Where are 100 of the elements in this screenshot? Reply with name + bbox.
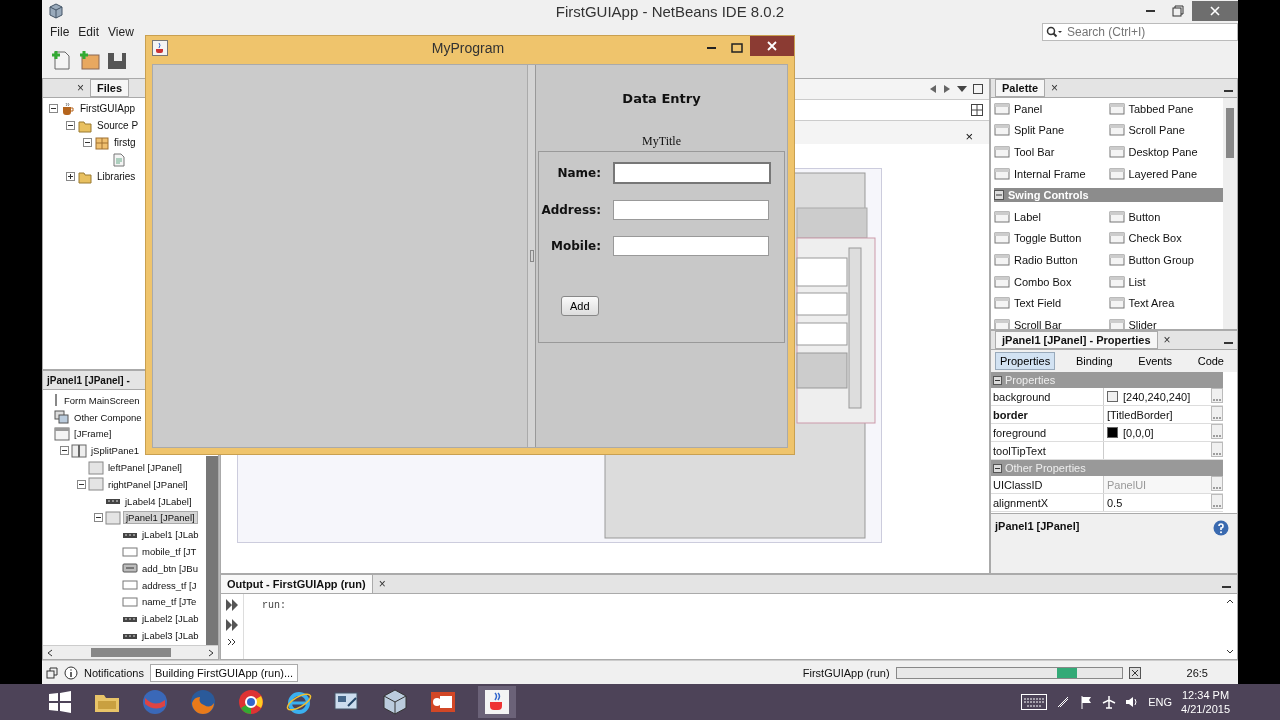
scrollbar[interactable]	[206, 456, 218, 645]
collapse-toggle[interactable]	[66, 121, 75, 130]
close-button[interactable]	[1192, 1, 1238, 21]
close-icon[interactable]: ×	[965, 129, 973, 144]
component-item[interactable]: Tabbed Pane	[1128, 102, 1194, 115]
panel-tab[interactable]: Files	[90, 79, 130, 97]
scroll-down-icon[interactable]	[1226, 649, 1234, 655]
component-item[interactable]: Label	[1014, 210, 1041, 223]
maximize-icon[interactable]	[973, 84, 983, 94]
add-button[interactable]: Add	[561, 296, 599, 316]
collapse-toggle[interactable]	[60, 446, 69, 456]
cancel-icon[interactable]	[1128, 666, 1141, 679]
dropdown-icon[interactable]	[957, 84, 967, 94]
component-item[interactable]: Slider	[1128, 318, 1157, 329]
new-file-icon[interactable]	[50, 49, 72, 71]
cup-icon[interactable]	[478, 686, 516, 718]
tree-item[interactable]: address_tf [J	[140, 579, 199, 591]
collapse-toggle[interactable]	[94, 513, 103, 523]
clock-date[interactable]: 4/21/2015	[1181, 702, 1230, 716]
component-item[interactable]: Button	[1128, 210, 1161, 223]
tree-item[interactable]: jLabel4 [JLabel]	[123, 495, 194, 507]
tree-item[interactable]: jSplitPane1	[89, 445, 142, 457]
tab[interactable]: Events	[1133, 352, 1177, 370]
new-project-icon[interactable]	[78, 49, 100, 71]
rerun-icon[interactable]	[225, 618, 239, 632]
help-icon[interactable]	[1213, 520, 1229, 536]
language-indicator[interactable]: ENG	[1148, 696, 1173, 708]
component-item[interactable]: Toggle Button	[1014, 232, 1082, 245]
tree-item[interactable]: firstg	[112, 137, 138, 148]
volume-icon[interactable]	[1125, 695, 1140, 709]
rerun-icon[interactable]	[225, 598, 239, 612]
menu-item[interactable]: File	[50, 25, 70, 39]
component-item[interactable]: Scroll Pane	[1128, 124, 1185, 137]
close-tab-icon[interactable]: ×	[77, 81, 84, 95]
component-item[interactable]: Check Box	[1128, 232, 1182, 245]
panel-tab[interactable]: Palette	[995, 79, 1046, 97]
flag-icon[interactable]	[1079, 695, 1094, 709]
scroll-left-icon[interactable]	[929, 84, 937, 94]
input-field[interactable]	[613, 200, 769, 220]
panel-tab[interactable]: jPanel1 [JPanel] - Properties	[995, 331, 1158, 349]
panel-tab[interactable]: Output - FirstGUIApp (run)	[221, 575, 373, 593]
tree-item[interactable]: Source P	[95, 120, 141, 131]
property-value[interactable]: 0.5	[1107, 496, 1123, 509]
tree-item[interactable]: leftPanel [JPanel]	[106, 462, 184, 474]
search-field[interactable]: Search (Ctrl+I)	[1042, 23, 1238, 41]
component-item[interactable]: Combo Box	[1014, 275, 1072, 288]
component-item[interactable]: Scroll Bar	[1014, 318, 1062, 329]
grid-icon[interactable]	[971, 104, 983, 116]
tree-item[interactable]: jLabel3 [JLab	[140, 630, 201, 642]
tab[interactable]: Binding	[1070, 352, 1118, 370]
close-tab-icon[interactable]: ×	[378, 577, 386, 591]
property-value[interactable]: [0,0,0]	[1123, 426, 1154, 439]
component-item[interactable]: Layered Pane	[1128, 167, 1197, 180]
tree-item[interactable]: add_btn [JBu	[140, 562, 200, 574]
collapse-toggle[interactable]	[77, 479, 86, 489]
network-icon[interactable]	[1056, 695, 1071, 709]
component-item[interactable]: Internal Frame	[1014, 167, 1086, 180]
component-item[interactable]: Panel	[1014, 102, 1043, 115]
tree-item[interactable]: [JFrame]	[72, 428, 114, 440]
tree-item[interactable]: rightPanel [JPanel]	[106, 478, 190, 490]
component-item[interactable]: Text Area	[1128, 297, 1175, 310]
tree-item[interactable]: jLabel1 [JLab	[140, 529, 201, 541]
close-tab-icon[interactable]: ×	[1051, 81, 1059, 95]
windows-icon[interactable]	[46, 666, 58, 679]
tree-item[interactable]: jPanel1 [JPanel]	[123, 511, 198, 525]
collapse-toggle[interactable]	[83, 138, 92, 147]
component-item[interactable]: List	[1128, 275, 1146, 288]
more-icon[interactable]	[227, 638, 237, 646]
collapse-toggle[interactable]	[49, 104, 58, 113]
close-tab-icon[interactable]: ×	[1163, 333, 1171, 347]
component-item[interactable]: Split Pane	[1014, 124, 1065, 137]
airplane-icon[interactable]	[1102, 695, 1117, 709]
tree-item[interactable]: FirstGUIApp	[78, 103, 137, 114]
component-item[interactable]: Radio Button	[1014, 253, 1078, 266]
slides-icon[interactable]	[430, 690, 456, 714]
tree-item[interactable]: name_tf [JTe	[140, 596, 199, 608]
close-button[interactable]	[750, 36, 794, 56]
keyboard-icon[interactable]	[1021, 694, 1048, 710]
scroll-up-icon[interactable]	[1226, 598, 1234, 604]
property-value[interactable]: [240,240,240]	[1123, 390, 1191, 403]
input-field[interactable]	[613, 236, 769, 256]
component-item[interactable]: Button Group	[1128, 253, 1194, 266]
notifications-label[interactable]: Notifications	[84, 666, 144, 679]
menu-item[interactable]: Edit	[78, 25, 100, 39]
cube-icon[interactable]	[382, 689, 408, 715]
component-item[interactable]: Tool Bar	[1014, 146, 1055, 158]
scrollbar[interactable]	[1223, 98, 1237, 329]
component-item[interactable]: Text Field	[1014, 297, 1062, 310]
component-item[interactable]: Desktop Pane	[1128, 146, 1198, 158]
menu-item[interactable]: View	[108, 25, 134, 39]
expand-toggle[interactable]	[66, 172, 75, 181]
tab[interactable]: Code	[1192, 352, 1229, 370]
horizontal-scrollbar[interactable]	[43, 645, 218, 659]
tree-item[interactable]: mobile_tf [JT	[140, 546, 199, 558]
browser-icon[interactable]	[286, 689, 312, 715]
tree-item[interactable]: Libraries	[95, 171, 138, 182]
tree-item[interactable]: jLabel2 [JLab	[140, 613, 201, 625]
scroll-right-icon[interactable]	[943, 84, 951, 94]
browser-icon[interactable]	[238, 689, 264, 715]
clock-time[interactable]: 12:34 PM	[1182, 688, 1230, 702]
